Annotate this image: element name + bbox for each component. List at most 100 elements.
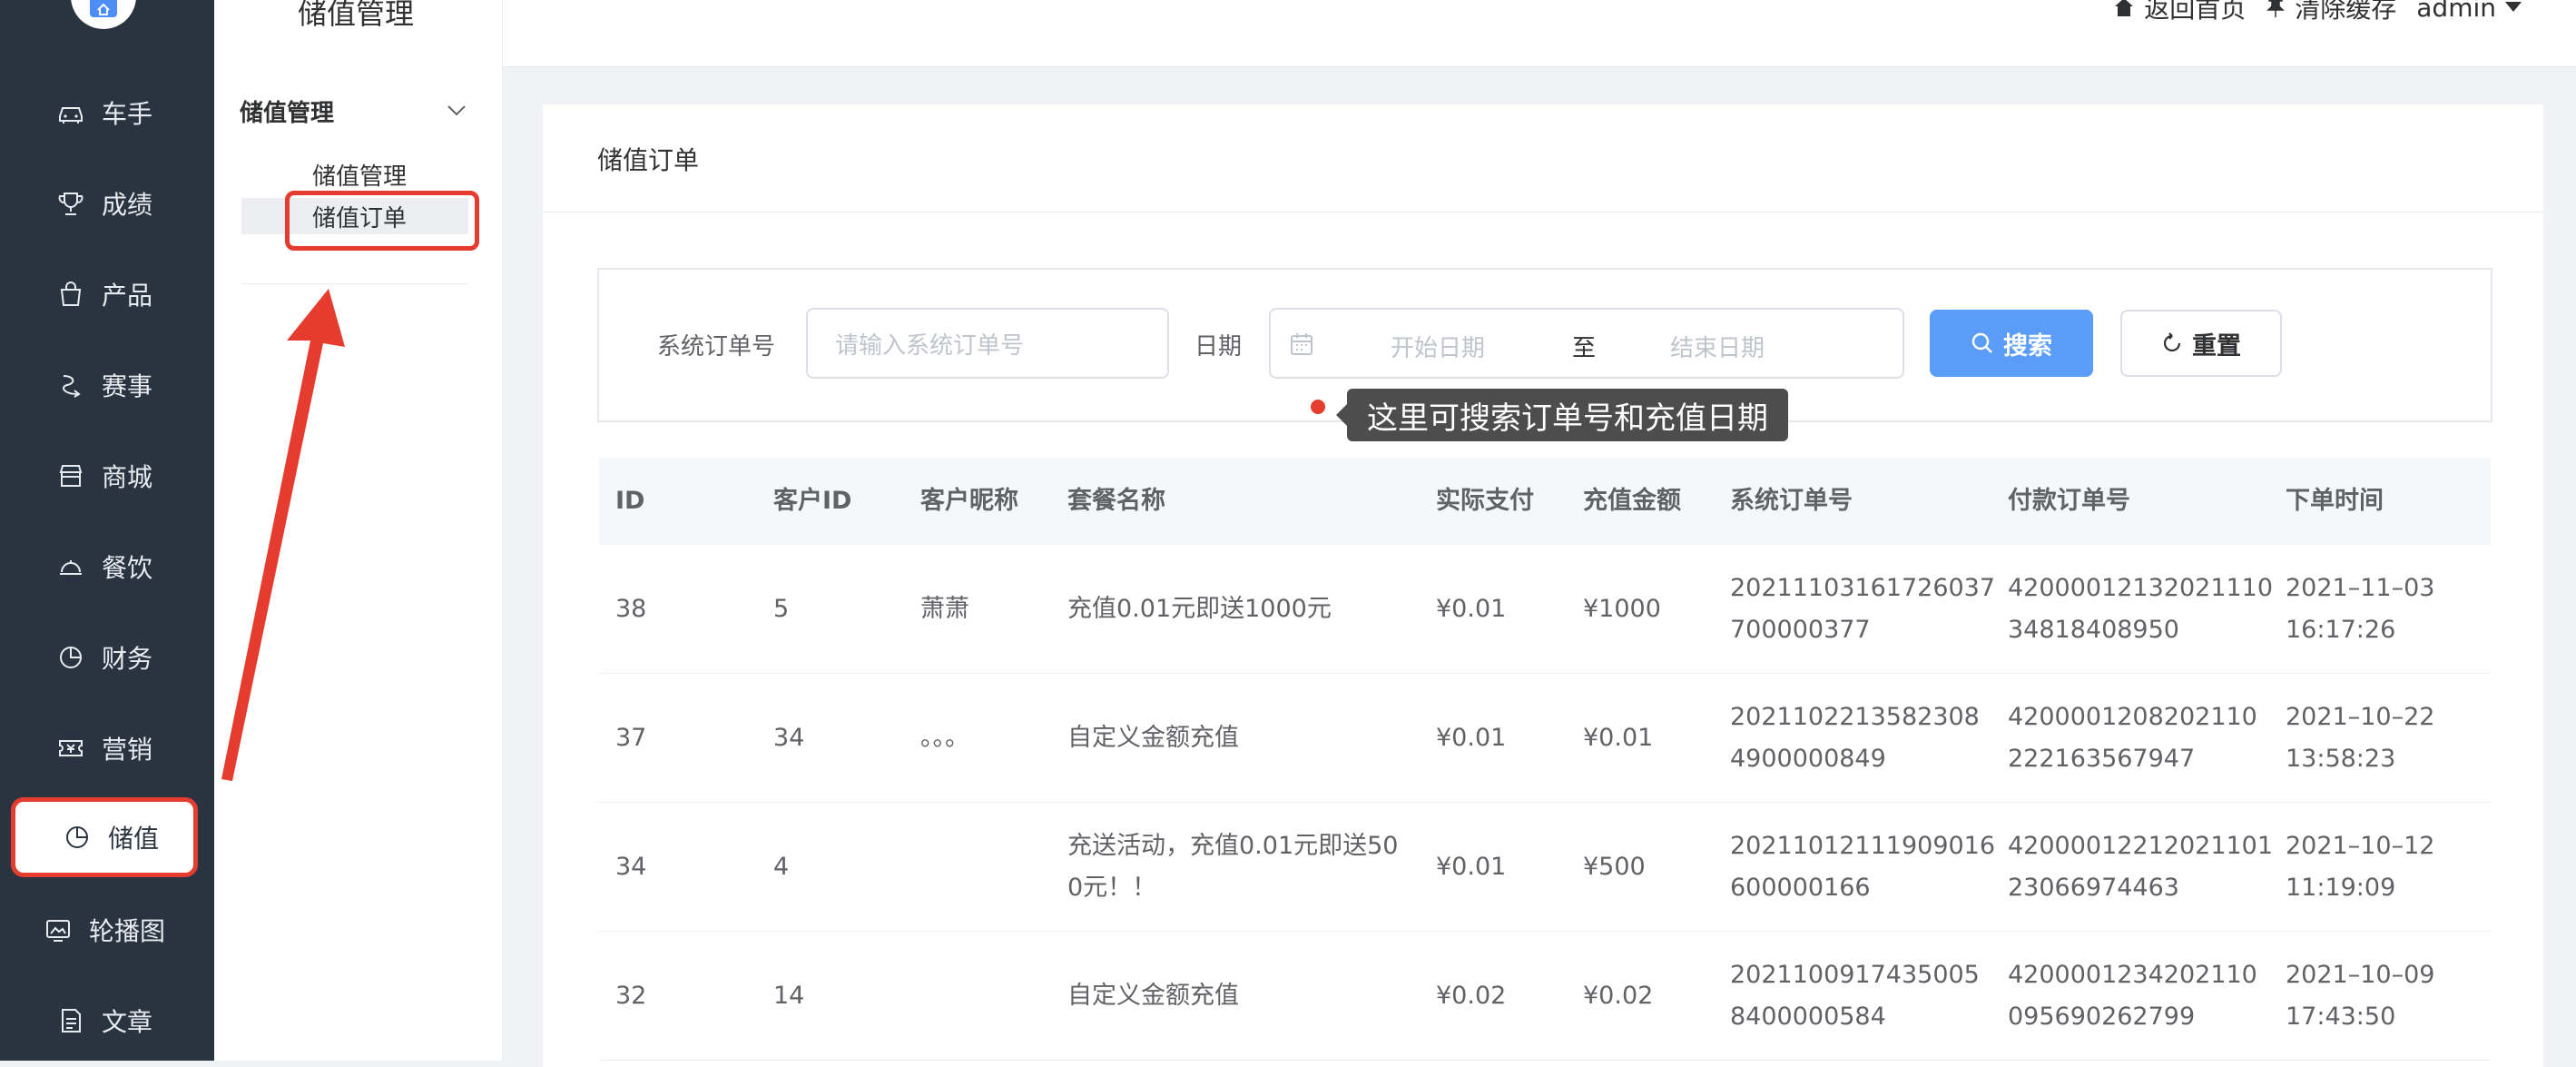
clear-cache-label: 清除缓存: [2295, 0, 2397, 24]
sidebar-item-label: 餐饮: [102, 553, 153, 583]
column-header[interactable]: 下单时间: [2269, 480, 2491, 522]
table-cell: 34: [615, 852, 647, 881]
table-header: ID 客户ID 客户昵称 套餐名称 实际支付 充值金额 系统订单号 付款订单号 …: [599, 458, 2491, 545]
sidebar-item-carousel[interactable]: 轮播图: [0, 884, 214, 975]
document-icon: [54, 1004, 87, 1037]
column-header[interactable]: 系统订单号: [1714, 480, 1991, 522]
date-separator: 至: [1572, 335, 1597, 362]
sidebar-item-results[interactable]: 成绩: [0, 158, 214, 249]
sidebar-item-mall[interactable]: 商城: [0, 430, 214, 521]
submenu-title: 储值管理: [298, 0, 415, 31]
table-cell: ¥0.01: [1436, 852, 1507, 881]
sidebar-item-label: 赛事: [102, 371, 153, 401]
column-header[interactable]: 客户ID: [757, 480, 904, 522]
column-header[interactable]: 客户昵称: [904, 480, 1051, 522]
sidebar-item-events[interactable]: 赛事: [0, 340, 214, 430]
table-row[interactable]: 32 14 自定义金额充值 ¥0.02 ¥0.02 20211009174350…: [599, 932, 2491, 1061]
sidebar-item-drivers[interactable]: 车手: [0, 67, 214, 158]
table-row[interactable]: 34 4 充送活动，充值0.01元即送50 0元！！ ¥0.01 ¥500 20…: [599, 803, 2491, 932]
sidebar-item-label: 车手: [102, 99, 153, 129]
sidebar-item-articles[interactable]: 文章: [0, 975, 214, 1066]
dish-icon: [54, 550, 87, 583]
search-button-label: 搜索: [2003, 331, 2052, 361]
table-cell: 4200001234202110 095690262799: [2008, 960, 2257, 1031]
carousel-icon: [42, 914, 74, 946]
table-cell: 自定义金额充值: [1067, 981, 1239, 1010]
column-header[interactable]: 实际支付: [1420, 480, 1567, 522]
table-cell: 充值0.01元即送1000元: [1067, 594, 1332, 623]
race-icon: [54, 369, 87, 401]
column-header[interactable]: 充值金额: [1567, 480, 1714, 522]
clear-cache-button[interactable]: 清除缓存: [2266, 0, 2396, 25]
table-cell: 萧萧: [920, 594, 969, 623]
table-cell: 4200001208202110 222163567947: [2008, 702, 2257, 773]
table-cell: 38: [615, 594, 647, 623]
column-header[interactable]: 付款订单号: [1991, 480, 2269, 522]
reset-button[interactable]: 重置: [2120, 310, 2282, 377]
submenu-group-header[interactable]: 储值管理: [240, 94, 467, 127]
table-cell: ¥1000: [1583, 594, 1661, 623]
sidebar-item-stored-value[interactable]: 储值: [11, 797, 198, 877]
table-cell: 。。。: [920, 723, 969, 752]
pin-icon: [2266, 0, 2286, 17]
sidebar-item-label: 营销: [102, 735, 153, 765]
table-cell: ¥500: [1583, 852, 1646, 881]
bag-icon: [54, 278, 87, 311]
table-cell: 14: [773, 981, 805, 1010]
start-date-input[interactable]: 开始日期: [1391, 330, 1485, 363]
date-range-picker[interactable]: 开始日期 至 结束日期: [1269, 308, 1904, 379]
table-cell: 2021100917435005 8400000584: [1730, 960, 1980, 1031]
sidebar-item-finance[interactable]: 财务: [0, 612, 214, 703]
table-cell: 2021–11–03 16:17:26: [2286, 573, 2435, 644]
order-number-label: 系统订单号: [657, 333, 776, 361]
annotation-dot: [1311, 400, 1325, 414]
table-cell: 20211012111909016 600000166: [1730, 831, 1996, 902]
card-title: 储值订单: [597, 145, 700, 175]
date-label: 日期: [1195, 333, 1243, 361]
table-cell: ¥0.02: [1583, 981, 1654, 1010]
search-button[interactable]: 搜索: [1930, 310, 2093, 377]
table-cell: 2021–10–12 11:19:09: [2286, 831, 2435, 902]
table-cell: 34: [773, 723, 805, 752]
pie-chart-icon: [54, 641, 87, 674]
table-cell: ¥0.02: [1436, 981, 1507, 1010]
table-cell: 20211103161726037 700000377: [1730, 573, 1996, 644]
sidebar-item-label: 储值: [108, 824, 160, 854]
ticket-icon: [54, 732, 87, 765]
table-cell: ¥0.01: [1436, 594, 1507, 623]
table-cell: 37: [615, 723, 647, 752]
table-cell: 4: [773, 852, 790, 881]
submenu-panel: 储值管理 储值管理 储值管理 储值订单: [214, 0, 503, 1061]
home-link[interactable]: 返回首页: [2113, 0, 2246, 25]
logo[interactable]: [71, 0, 136, 29]
sidebar-item-label: 文章: [102, 1007, 153, 1037]
table-cell: 充送活动，充值0.01元即送50 0元！！: [1067, 831, 1399, 902]
sidebar-item-label: 轮播图: [89, 916, 166, 946]
caret-down-icon: [2505, 2, 2522, 12]
order-number-input[interactable]: 请输入系统订单号: [806, 308, 1169, 379]
sidebar-item-marketing[interactable]: 营销: [0, 703, 214, 794]
table-row[interactable]: 37 34 。。。 自定义金额充值 ¥0.01 ¥0.01 2021102213…: [599, 674, 2491, 803]
table-cell: 42000012212021101 23066974463: [2008, 831, 2274, 902]
column-header[interactable]: 套餐名称: [1051, 480, 1420, 522]
column-header[interactable]: ID: [599, 480, 757, 522]
table-row[interactable]: 38 5 萧萧 充值0.01元即送1000元 ¥0.01 ¥1000 20211…: [599, 545, 2491, 674]
table-cell: 自定义金额充值: [1067, 723, 1239, 752]
sidebar-item-dining[interactable]: 餐饮: [0, 521, 214, 612]
main-sidebar: 车手 成绩 产品 赛事 商城 餐饮 财务 营销 储值 轮播图 文章: [0, 0, 214, 1061]
sidebar-item-products[interactable]: 产品: [0, 249, 214, 340]
end-date-input[interactable]: 结束日期: [1670, 330, 1765, 363]
home-icon: [2115, 0, 2134, 16]
order-number-placeholder: 请输入系统订单号: [835, 331, 1025, 360]
table-cell: ¥0.01: [1583, 723, 1654, 752]
home-link-label: 返回首页: [2144, 0, 2247, 24]
table-cell: ¥0.01: [1436, 723, 1507, 752]
sidebar-item-label: 产品: [102, 281, 153, 311]
user-menu[interactable]: admin: [2416, 0, 2522, 23]
annotation-highlight-box: [285, 191, 479, 251]
table-cell: 42000012132021110 34818408950: [2008, 573, 2274, 644]
submenu-item-stored-value-management[interactable]: 储值管理: [312, 158, 407, 192]
chevron-down-icon: [447, 105, 466, 116]
submenu-group-label: 储值管理: [240, 99, 335, 127]
top-header: 返回首页 清除缓存 admin: [503, 0, 2576, 67]
